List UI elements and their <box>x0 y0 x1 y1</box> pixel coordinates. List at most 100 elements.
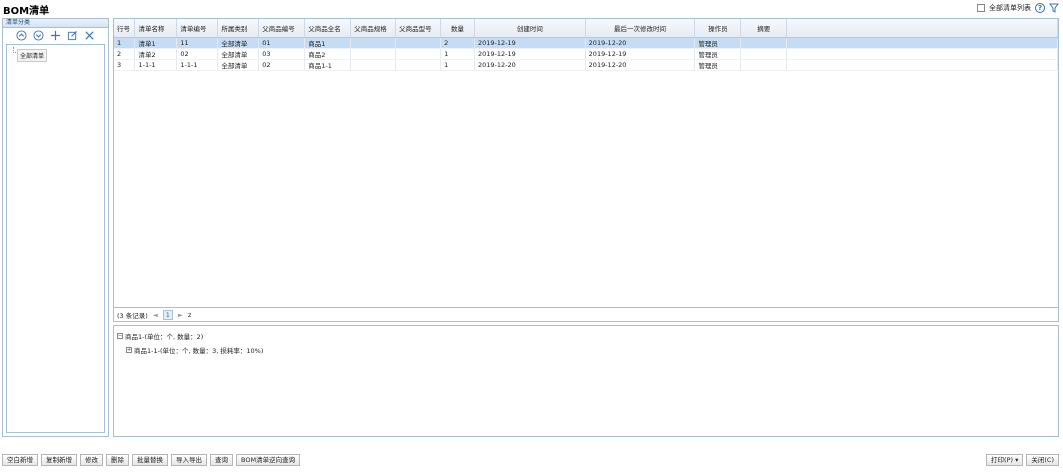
batch-replace-button[interactable]: 批量替换 <box>132 454 168 466</box>
record-count: (3 条记录) <box>117 311 148 320</box>
col-header[interactable]: 父商品全名 <box>304 19 352 38</box>
bottom-toolbar: 空白新增 复制新增 修改 删除 批量替换 导入导出 查询 BOM清单逆向查询 <box>2 454 301 466</box>
cell: 管理员 <box>694 48 742 60</box>
col-header[interactable]: 父商品规格 <box>350 19 397 38</box>
cell-filler <box>786 59 1058 71</box>
pager: (3 条记录) ◄ 1 ► z <box>114 307 1058 321</box>
cell: 管理员 <box>694 59 742 71</box>
col-header[interactable]: 清单名称 <box>134 19 178 38</box>
cell: 1 <box>440 59 475 71</box>
tree-node-all[interactable]: 全部清单 <box>17 49 48 62</box>
category-panel: 清单分类 全部清单 <box>2 18 109 437</box>
col-header[interactable]: 所属类别 <box>217 19 260 38</box>
cell: 1 <box>440 48 475 60</box>
close-button[interactable]: 关闭(C) <box>1026 454 1059 466</box>
cell: 3 <box>114 59 136 71</box>
table-row[interactable]: 1 清单1 11 全部清单 01 商品1 2 2019-12-19 2019-1… <box>114 37 1058 49</box>
all-list-checkbox[interactable] <box>977 4 985 12</box>
delete-icon[interactable] <box>84 30 95 41</box>
next-page-button[interactable]: ► <box>178 311 183 319</box>
cell: 全部清单 <box>217 48 260 60</box>
col-header[interactable]: 清单编号 <box>176 19 219 38</box>
category-toolbar <box>3 28 108 42</box>
cell: 02 <box>258 59 306 71</box>
col-header[interactable]: 摘要 <box>740 19 788 38</box>
cell <box>395 37 442 49</box>
col-header[interactable]: 父商品编号 <box>258 19 306 38</box>
delete-button[interactable]: 删除 <box>106 454 129 466</box>
refresh-button[interactable]: z <box>188 311 191 319</box>
cell <box>740 48 788 60</box>
cell: 01 <box>258 37 306 49</box>
edit-icon[interactable] <box>67 30 78 41</box>
cell: 全部清单 <box>217 37 260 49</box>
print-button[interactable]: 打印(P) ▾ <box>986 454 1024 466</box>
move-up-icon[interactable] <box>16 29 27 41</box>
move-down-icon[interactable] <box>33 29 44 41</box>
cell: 商品2 <box>304 48 352 60</box>
top-right-controls: 全部清单列表 ? <box>977 3 1059 13</box>
modify-button[interactable]: 修改 <box>80 454 103 466</box>
copy-new-button[interactable]: 复制新增 <box>41 454 77 466</box>
cell: 2019-12-19 <box>585 48 696 60</box>
cell-filler <box>786 37 1058 49</box>
cell: 清单1 <box>134 37 178 49</box>
cell: 2019-12-20 <box>585 59 696 71</box>
cell: 02 <box>176 48 219 60</box>
cell <box>395 59 442 71</box>
cell: 2019-12-20 <box>474 59 586 71</box>
cell: 商品1 <box>304 37 352 49</box>
cell: 2019-12-20 <box>585 37 696 49</box>
cell: 全部清单 <box>217 59 260 71</box>
col-header-filler <box>786 19 1058 38</box>
bom-grid: 行号 清单名称 清单编号 所属类别 父商品编号 父商品全名 父商品规格 父商品型… <box>114 19 1058 71</box>
import-export-button[interactable]: 导入导出 <box>171 454 207 466</box>
col-header[interactable]: 最后一次修改时间 <box>585 19 696 38</box>
col-header[interactable]: 创建时间 <box>474 19 586 38</box>
cell: 11 <box>176 37 219 49</box>
reverse-query-button[interactable]: BOM清单逆向查询 <box>236 454 301 466</box>
cell <box>740 37 788 49</box>
cell: 2019-12-19 <box>474 48 586 60</box>
col-header[interactable]: 数量 <box>440 19 475 38</box>
col-header[interactable]: 行号 <box>114 19 136 38</box>
cell: 1-1-1 <box>176 59 219 71</box>
col-header[interactable]: 父商品型号 <box>395 19 442 38</box>
cell <box>350 48 397 60</box>
col-header[interactable]: 操作员 <box>694 19 742 38</box>
current-page[interactable]: 1 <box>162 309 173 320</box>
detail-node-label: 商品1-1-(单位：个, 数量：3, 损耗率：10%) <box>134 347 264 355</box>
cell-filler <box>786 48 1058 60</box>
cell: 2 <box>114 48 136 60</box>
bottom-right-toolbar: 打印(P) ▾ 关闭(C) <box>986 454 1059 466</box>
all-list-label[interactable]: 全部清单列表 <box>989 3 1031 13</box>
cell <box>395 48 442 60</box>
cell: 管理员 <box>694 37 742 49</box>
bom-detail-tree: − 商品1-(单位：个, 数量：2) + 商品1-1-(单位：个, 数量：3, … <box>113 325 1059 437</box>
table-row[interactable]: 2 清单2 02 全部清单 03 商品2 1 2019-12-19 2019-1… <box>114 48 1058 60</box>
category-panel-header: 清单分类 <box>3 19 108 28</box>
filter-icon[interactable] <box>1049 3 1059 13</box>
cell: 2 <box>440 37 475 49</box>
cell: 03 <box>258 48 306 60</box>
cell <box>740 59 788 71</box>
page-title: BOM清单 <box>3 6 50 17</box>
table-row[interactable]: 3 1-1-1 1-1-1 全部清单 02 商品1-1 1 2019-12-20… <box>114 59 1058 71</box>
detail-node[interactable]: − 商品1-(单位：个, 数量：2) <box>117 331 203 341</box>
query-button[interactable]: 查询 <box>210 454 233 466</box>
cell: 1-1-1 <box>134 59 178 71</box>
collapse-icon[interactable]: − <box>117 333 123 339</box>
detail-node[interactable]: + 商品1-1-(单位：个, 数量：3, 损耗率：10%) <box>126 345 263 355</box>
expand-icon[interactable]: + <box>126 347 132 353</box>
help-icon[interactable]: ? <box>1035 3 1045 13</box>
add-icon[interactable] <box>50 30 61 41</box>
cell: 2019-12-19 <box>474 37 586 49</box>
prev-page-button[interactable]: ◄ <box>153 311 158 319</box>
cell: 商品1-1 <box>304 59 352 71</box>
cell: 1 <box>114 37 136 49</box>
category-tree: 全部清单 <box>6 44 105 433</box>
cell <box>350 59 397 71</box>
cell: 清单2 <box>134 48 178 60</box>
blank-new-button[interactable]: 空白新增 <box>2 454 38 466</box>
detail-node-label: 商品1-(单位：个, 数量：2) <box>125 333 204 341</box>
